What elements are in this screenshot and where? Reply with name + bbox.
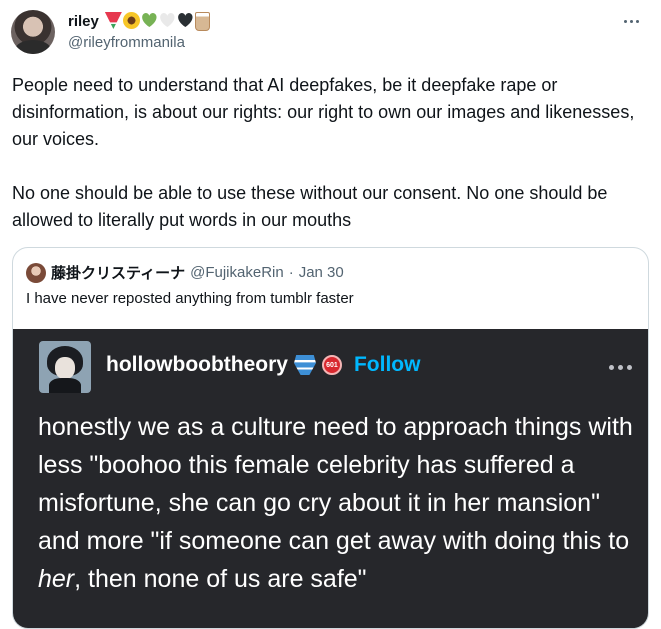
quoted-tweet-header: 藤掛クリスティーナ @FujikakeRin · Jan 30 bbox=[26, 262, 344, 283]
meta-separator: · bbox=[288, 264, 294, 281]
author-emoji-row bbox=[104, 12, 210, 31]
black-heart-icon bbox=[177, 12, 194, 29]
green-heart-icon bbox=[141, 12, 158, 29]
tweet-paragraph: No one should be able to use these witho… bbox=[12, 183, 608, 230]
tumblr-username: hollowboobtheory bbox=[106, 353, 288, 376]
quoted-author-avatar[interactable] bbox=[26, 262, 46, 283]
tumblr-badge-icon bbox=[293, 355, 316, 375]
tumblr-avatar bbox=[39, 341, 91, 393]
more-options-icon[interactable] bbox=[624, 20, 639, 23]
tumblr-post-header: hollowboobtheory 601 Follow bbox=[106, 353, 420, 377]
quoted-tweet[interactable]: 藤掛クリスティーナ @FujikakeRin · Jan 30 I have n… bbox=[12, 247, 649, 629]
quoted-tweet-date[interactable]: Jan 30 bbox=[299, 264, 344, 281]
tumblr-post-text: honestly we as a culture need to approac… bbox=[38, 408, 638, 598]
tumblr-post-image[interactable]: hollowboobtheory 601 Follow honestly we … bbox=[13, 329, 648, 628]
tumblr-text-part: , then none of us are safe" bbox=[74, 565, 367, 593]
white-heart-icon bbox=[159, 12, 176, 29]
tumblr-count-badge: 601 bbox=[321, 355, 342, 375]
bubble-tea-icon bbox=[194, 12, 210, 31]
watermelon-icon bbox=[104, 12, 122, 29]
author-display-name[interactable]: riley bbox=[68, 13, 99, 30]
quoted-author-handle: @FujikakeRin bbox=[190, 264, 284, 281]
author-handle[interactable]: @rileyfrommanila bbox=[68, 34, 185, 51]
tumblr-text-emphasis: her bbox=[38, 565, 75, 593]
tumblr-more-icon bbox=[609, 365, 632, 370]
tumblr-follow-button: Follow bbox=[353, 353, 421, 376]
avatar-figure bbox=[15, 40, 51, 54]
tweet-paragraph: People need to understand that AI deepfa… bbox=[12, 75, 635, 149]
tumblr-text-part: honestly we as a culture need to approac… bbox=[38, 413, 633, 555]
sunflower-icon bbox=[122, 12, 140, 29]
author-name-row: riley bbox=[68, 12, 210, 31]
author-avatar[interactable] bbox=[11, 10, 55, 54]
quoted-tweet-text: I have never reposted anything from tumb… bbox=[26, 290, 354, 307]
quoted-author-name: 藤掛クリスティーナ bbox=[51, 265, 186, 282]
tweet-text: People need to understand that AI deepfa… bbox=[12, 72, 642, 234]
